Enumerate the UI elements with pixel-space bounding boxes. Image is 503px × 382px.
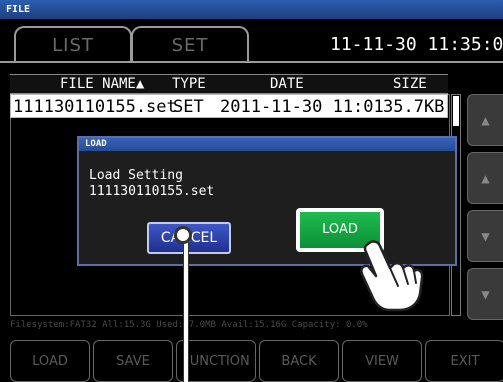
column-type[interactable]: TYPE [172, 75, 206, 93]
column-file-name[interactable]: FILE NAME▲ [60, 75, 144, 93]
scroll-up-button[interactable]: ▲ [467, 152, 503, 204]
load-function-button[interactable]: LOAD [10, 340, 90, 382]
file-size: 35.7KB [383, 97, 445, 117]
tab-set[interactable]: SET [131, 26, 249, 62]
dialog-message-line1: Load Setting [89, 168, 183, 183]
dialog-message-line2: 111130110155.set [89, 184, 215, 199]
window-title: FILE [0, 0, 503, 19]
exit-button[interactable]: EXIT [425, 340, 503, 382]
scroll-down-button[interactable]: ▼ [467, 210, 503, 262]
page-down-button[interactable]: ▼ [467, 268, 503, 320]
save-button[interactable]: SAVE [93, 340, 173, 382]
table-row[interactable]: 111130110155.set SET 2011-11-30 11:01 35… [10, 94, 448, 118]
dialog-title: LOAD [79, 138, 455, 151]
clock-display: 11-11-30 11:35:09 [330, 34, 503, 55]
column-size[interactable]: SIZE [393, 75, 427, 93]
callout-line [183, 232, 189, 382]
tab-list[interactable]: LIST [14, 26, 132, 62]
filesystem-status: Filesystem:FAT32 All:15.3G Used: 7.0MB A… [10, 320, 368, 330]
hand-pointer-icon [360, 240, 424, 312]
column-date[interactable]: DATE [270, 75, 304, 93]
callout-marker [174, 226, 192, 244]
back-button[interactable]: BACK [259, 340, 339, 382]
file-date: 2011-11-30 11:01 [220, 97, 384, 117]
page-up-button[interactable]: ▲ [467, 94, 503, 146]
view-button[interactable]: VIEW [342, 340, 422, 382]
file-screen: FILE LIST SET 11-11-30 11:35:09 FILE NAM… [0, 0, 503, 382]
table-header: FILE NAME▲ TYPE DATE SIZE [10, 74, 448, 94]
scroll-thumb[interactable] [453, 96, 459, 126]
dialog-message: Load Setting 111130110155.set [89, 168, 214, 200]
file-name: 111130110155.set [13, 97, 177, 117]
file-type: SET [173, 97, 204, 117]
tab-divider [0, 61, 503, 63]
